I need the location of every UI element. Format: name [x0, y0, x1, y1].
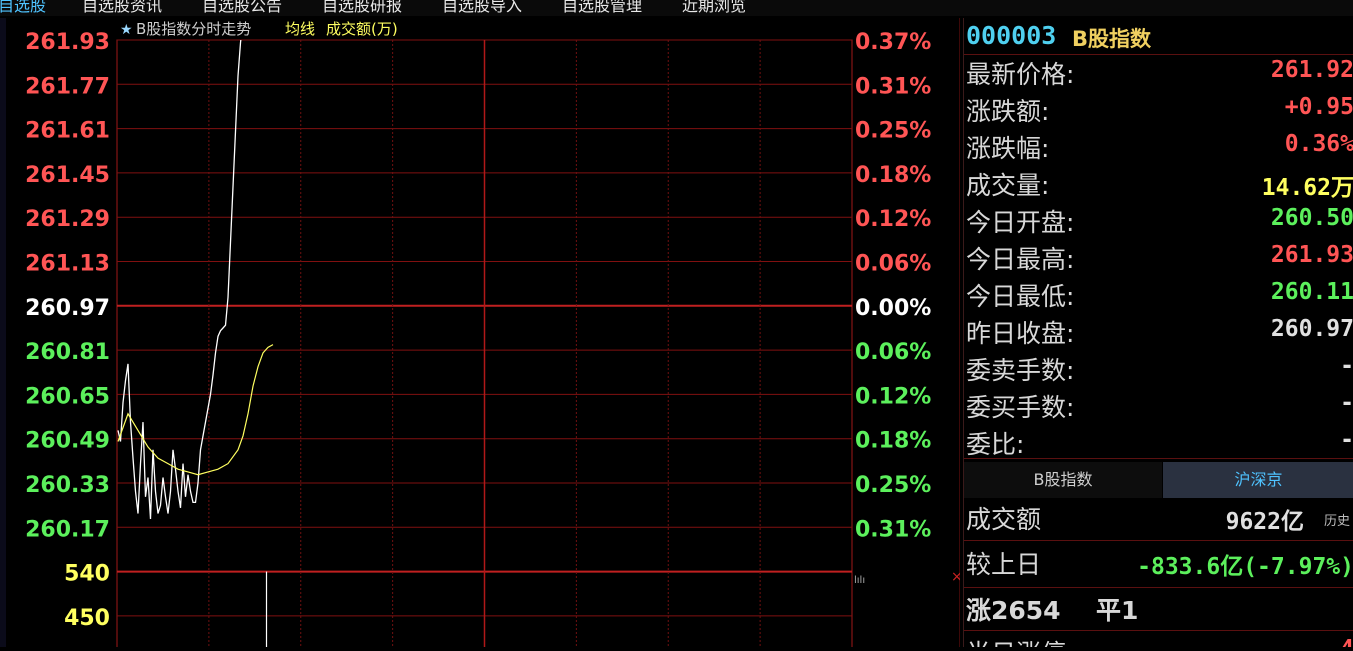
quote-row-value: -: [1340, 390, 1353, 416]
quote-row: 涨跌额: +0.95: [964, 92, 1353, 129]
rise-count: 涨2654: [966, 596, 1061, 625]
chart-header-amount: 成交额(万): [326, 20, 398, 38]
price-tick-label: 260.81: [25, 340, 110, 365]
market-compare-value: -833.6亿(-7.97%): [1137, 554, 1353, 580]
quote-row-label: 昨日收盘:: [966, 319, 1075, 348]
percent-tick-label: 0.25%: [855, 119, 931, 144]
volume-tick-label: 450: [64, 606, 110, 631]
quote-row-value: -: [1340, 353, 1353, 379]
quote-row-label: 委卖手数:: [966, 356, 1075, 385]
market-amount-value: 9622亿: [1225, 509, 1304, 535]
quote-row: 今日最低: 260.11: [964, 277, 1353, 314]
percent-tick-label: 0.12%: [855, 207, 931, 232]
limit-up-label: 半日涨停: [966, 634, 1066, 647]
chart-lines: [117, 40, 274, 647]
quote-row-label: 今日开盘:: [966, 208, 1075, 237]
quote-row-label: 委买手数:: [966, 393, 1075, 422]
menu-tab-watchlist-research[interactable]: 自选股研报: [322, 0, 402, 16]
quote-row-label: 最新价格:: [966, 60, 1075, 89]
close-icon[interactable]: ×: [951, 569, 963, 585]
quote-row-label: 成交量:: [966, 171, 1050, 200]
price-tick-label: 261.93: [25, 30, 110, 55]
market-tabs: B股指数 沪深京: [964, 462, 1353, 498]
price-tick-label: 260.17: [25, 517, 110, 542]
percent-tick-label: 0.37%: [855, 30, 931, 55]
quote-row-label: 委比:: [966, 430, 1025, 459]
quote-panel: 000003 B股指数 最新价格: 261.92 涨跌额: +0.95 涨跌幅: 0.36…: [963, 18, 1353, 647]
price-tick-label: 260.65: [25, 384, 110, 409]
tab-hushenjing[interactable]: 沪深京: [1163, 462, 1353, 498]
price-tick-label: 261.13: [25, 252, 110, 277]
chart-header-star: ★: [120, 22, 133, 38]
menu-tab-watchlist-news[interactable]: 自选股资讯: [82, 0, 162, 16]
quote-row: 涨跌幅: 0.36%: [964, 129, 1353, 166]
market-amount-row: 成交额 9622亿 历史: [964, 500, 1353, 537]
price-tick-label: 260.97: [25, 296, 110, 321]
menu-tab-recent[interactable]: 近期浏览: [682, 0, 746, 16]
price-tick-label: 261.61: [25, 119, 110, 144]
quote-row-value: 14.62万: [1261, 175, 1353, 201]
quote-row: 今日最高: 261.93: [964, 240, 1353, 277]
quote-row-label: 今日最低:: [966, 282, 1075, 311]
quote-row: 成交量: 14.62万: [964, 166, 1353, 203]
limit-up-value: 4: [1340, 636, 1353, 647]
quote-row-value: 261.93: [1270, 242, 1353, 268]
volume-tick-label: 540: [64, 562, 110, 587]
intraday-chart[interactable]: 261.93 261.77 261.61 261.45 261.29 261.13 260.…: [0, 18, 963, 651]
percent-tick-label: 0.25%: [855, 473, 931, 498]
limit-up-row: 半日涨停 4: [964, 634, 1353, 647]
tab-b-index[interactable]: B股指数: [964, 462, 1162, 498]
menu-tab-watchlist-manage[interactable]: 自选股管理: [562, 0, 642, 16]
market-amount-label: 成交额: [966, 505, 1042, 534]
quote-row-value: -: [1340, 427, 1353, 453]
percent-axis-labels: 0.37% 0.31% 0.25% 0.18% 0.12% 0.06% 0.00% 0.06%…: [855, 30, 931, 542]
quote-row-value: 260.97: [1270, 316, 1353, 342]
price-line: [117, 40, 242, 520]
chart-header-title: B股指数分时走势: [136, 20, 251, 38]
percent-tick-label: 0.06%: [855, 340, 931, 365]
menu-tab-watchlist[interactable]: 自选股: [0, 0, 46, 16]
quote-row-value: 261.92: [1270, 57, 1353, 83]
price-tick-label: 261.29: [25, 207, 110, 232]
price-axis-labels: 261.93 261.77 261.61 261.45 261.29 261.13 260.…: [25, 30, 110, 631]
chart-header-avg: 均线: [285, 20, 315, 38]
price-tick-label: 261.45: [25, 163, 110, 188]
percent-tick-label: 0.18%: [855, 163, 931, 188]
percent-tick-label: 0.31%: [855, 74, 931, 99]
quote-row-value: +0.95: [1284, 94, 1353, 120]
quote-row: 委买手数: -: [964, 388, 1353, 425]
quote-row: 今日开盘: 260.50: [964, 203, 1353, 240]
history-link[interactable]: 历史: [1324, 510, 1350, 529]
stock-name: B股指数: [1072, 27, 1152, 51]
market-compare-label: 较上日: [966, 550, 1042, 579]
quote-row: 委卖手数: -: [964, 351, 1353, 388]
quote-row: 最新价格: 261.92: [964, 55, 1353, 92]
price-tick-label: 260.49: [25, 429, 110, 454]
quote-row-label: 涨跌额:: [966, 97, 1050, 126]
percent-tick-label: 0.31%: [855, 517, 931, 542]
quote-row-value: 260.11: [1270, 279, 1353, 305]
price-tick-label: 261.77: [25, 74, 110, 99]
percent-tick-label: 0.00%: [855, 296, 931, 321]
volume-marker-icon: lılı: [854, 575, 865, 586]
menu-tab-watchlist-announcements[interactable]: 自选股公告: [202, 0, 282, 16]
percent-tick-label: 0.12%: [855, 384, 931, 409]
quote-row-value: 0.36%: [1284, 131, 1353, 157]
intraday-chart-svg: 261.93 261.77 261.61 261.45 261.29 261.13 260.…: [25, 18, 963, 651]
percent-tick-label: 0.06%: [855, 252, 931, 277]
stock-code: 000003: [966, 21, 1057, 50]
price-tick-label: 260.33: [25, 473, 110, 498]
quote-row-value: 260.50: [1270, 205, 1353, 231]
quote-row-label: 今日最高:: [966, 245, 1075, 274]
chart-grid: [116, 18, 961, 651]
market-compare-row: 较上日 -833.6亿(-7.97%): [964, 545, 1353, 582]
market-breadth-row: 涨2654 平1: [964, 591, 1353, 628]
menu-tab-watchlist-import[interactable]: 自选股导入: [442, 0, 522, 16]
top-menu-bar: 自选股 自选股资讯 自选股公告 自选股研报 自选股导入 自选股管理 近期浏览: [0, 0, 1353, 16]
percent-tick-label: 0.18%: [855, 429, 931, 454]
quote-row: 委比: -: [964, 425, 1353, 462]
quote-row: 昨日收盘: 260.97: [964, 314, 1353, 351]
quote-row-label: 涨跌幅:: [966, 134, 1050, 163]
flat-count: 平1: [1096, 596, 1139, 625]
